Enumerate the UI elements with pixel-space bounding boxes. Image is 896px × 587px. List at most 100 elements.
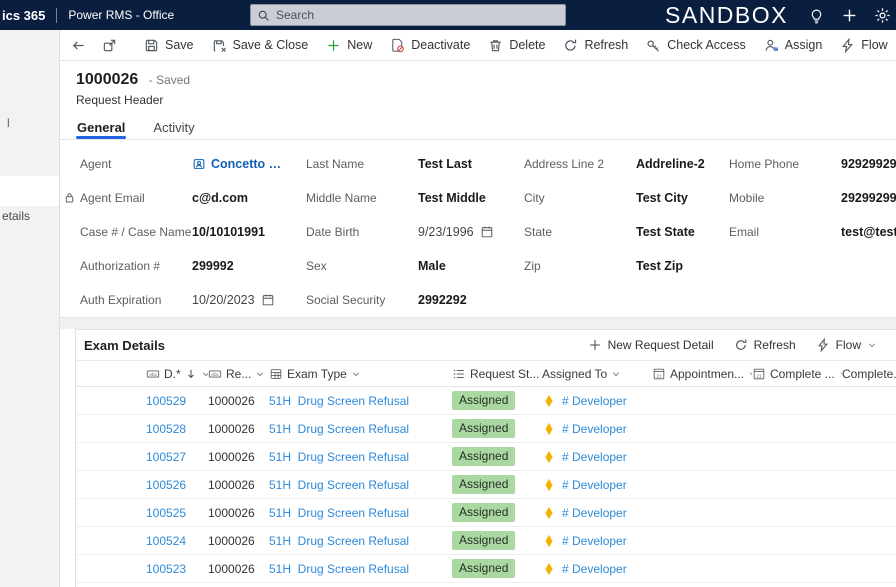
deactivate-button[interactable]: Deactivate — [381, 32, 479, 58]
form-field: Mobile 29299299 — [729, 181, 896, 215]
exam-type-link[interactable]: 51H Drug Screen Refusal — [269, 422, 452, 436]
table-row[interactable]: 100525 1000026 51H Drug Screen Refusal Assi… — [76, 499, 896, 527]
assigned-to-link[interactable]: # Developer — [562, 562, 627, 576]
new-button[interactable]: New — [317, 32, 381, 58]
detail-number-link[interactable]: 100529 — [146, 394, 208, 408]
column-header-appointmen[interactable]: 21 Appointmen... — [652, 367, 752, 381]
field-value[interactable]: 10/10101991 — [192, 225, 265, 239]
plus-icon — [588, 338, 602, 352]
field-value[interactable]: c@d.com — [192, 191, 248, 205]
new-request-detail-button[interactable]: New Request Detail — [579, 338, 723, 352]
detail-number-link[interactable]: 100527 — [146, 450, 208, 464]
field-value[interactable]: Addreline-2 — [636, 157, 705, 171]
section-gap — [60, 317, 896, 329]
search-icon — [257, 9, 270, 22]
key-icon — [646, 38, 661, 53]
popout-button[interactable] — [94, 32, 125, 58]
settings-gear-icon[interactable] — [874, 7, 891, 24]
status-badge: Assigned — [452, 475, 516, 494]
refresh-icon — [734, 338, 748, 352]
table-row[interactable]: 100523 1000026 51H Drug Screen Refusal Assi… — [76, 555, 896, 583]
exam-type-link[interactable]: 51H Drug Screen Refusal — [269, 506, 452, 520]
exam-type-link[interactable]: 51H Drug Screen Refusal — [269, 534, 452, 548]
detail-number-link[interactable]: 100523 — [146, 562, 208, 576]
back-arrow-icon — [71, 38, 86, 53]
status-badge: Assigned — [452, 559, 516, 578]
tab-activity[interactable]: Activity — [153, 120, 194, 139]
nav-item-selected[interactable] — [0, 176, 59, 206]
exam-type-link[interactable]: 51H Drug Screen Refusal — [269, 394, 452, 408]
table-row[interactable]: 100529 1000026 51H Drug Screen Refusal Assi… — [76, 387, 896, 415]
column-header-assigned-to[interactable]: Assigned To — [542, 367, 652, 381]
back-button[interactable] — [63, 32, 94, 58]
exam-type-link[interactable]: 51H Drug Screen Refusal — [269, 478, 452, 492]
save-button[interactable]: Save — [135, 32, 203, 58]
dynamics-brand[interactable]: ics 365 — [2, 8, 45, 23]
column-header-label: Assigned To — [542, 366, 608, 381]
form-field: Middle Name Test Middle — [306, 181, 524, 215]
global-search-box[interactable] — [250, 4, 566, 26]
detail-number-link[interactable]: 100526 — [146, 478, 208, 492]
assign-button[interactable]: Assign — [755, 32, 832, 58]
column-header-request-st[interactable]: Request St... — [452, 367, 542, 381]
assigned-to-link[interactable]: # Developer — [562, 394, 627, 408]
team-star-icon — [542, 478, 556, 492]
save-and-close-button[interactable]: Save & Close — [203, 32, 318, 58]
status-badge: Assigned — [452, 447, 516, 466]
assigned-to-link[interactable]: # Developer — [562, 422, 627, 436]
refresh-button[interactable]: Refresh — [554, 32, 637, 58]
table-row[interactable]: 100526 1000026 51H Drug Screen Refusal Assi… — [76, 471, 896, 499]
assigned-to-link[interactable]: # Developer — [562, 450, 627, 464]
subgrid-refresh-button[interactable]: Refresh — [725, 338, 805, 352]
detail-number-link[interactable]: 100525 — [146, 506, 208, 520]
detail-number-link[interactable]: 100524 — [146, 534, 208, 548]
form-grid: Agent Concetto … Agent Email c@d.com Case # … — [60, 140, 896, 317]
quick-create-plus-icon[interactable] — [841, 7, 858, 24]
field-value[interactable]: Test Middle — [418, 191, 486, 205]
field-value[interactable]: 92929929 — [841, 157, 896, 171]
field-value[interactable]: 29299299 — [841, 191, 896, 205]
form-field: Authorization # 299992 — [80, 249, 306, 283]
field-value[interactable]: Test Zip — [636, 259, 683, 273]
subgrid-flow-button[interactable]: Flow — [807, 338, 886, 352]
table-row[interactable]: 100527 1000026 51H Drug Screen Refusal Assi… — [76, 443, 896, 471]
field-value[interactable]: Test City — [636, 191, 688, 205]
column-header-d[interactable]: Abc D.* — [146, 367, 208, 381]
field-value[interactable]: Concetto … — [192, 157, 281, 171]
form-field: Sex Male — [306, 249, 524, 283]
column-header-exam-type[interactable]: Exam Type — [269, 367, 452, 381]
app-name[interactable]: Power RMS - Office — [68, 8, 174, 22]
check-access-button[interactable]: Check Access — [637, 32, 755, 58]
delete-button[interactable]: Delete — [479, 32, 554, 58]
nav-item-request-details[interactable]: etails — [2, 209, 30, 223]
field-value[interactable]: Test Last — [418, 157, 472, 171]
assigned-to-link[interactable]: # Developer — [562, 534, 627, 548]
field-value[interactable]: test@test. — [841, 225, 896, 239]
lightbulb-icon[interactable] — [808, 7, 825, 24]
date-value[interactable]: 9/23/1996 — [418, 225, 474, 239]
column-header-re[interactable]: Abc Re... — [208, 367, 269, 381]
assigned-to-link[interactable]: # Developer — [562, 478, 627, 492]
flow-button[interactable]: Flow — [831, 32, 896, 58]
detail-number-link[interactable]: 100528 — [146, 422, 208, 436]
team-star-icon — [542, 394, 556, 408]
table-row[interactable]: 100528 1000026 51H Drug Screen Refusal Assi… — [76, 415, 896, 443]
date-value[interactable]: 10/20/2023 — [192, 293, 255, 307]
field-value[interactable]: Male — [418, 259, 446, 273]
field-value[interactable]: 299992 — [192, 259, 234, 273]
field-value[interactable]: 9/23/1996 — [418, 225, 494, 239]
field-value[interactable]: 10/20/2023 — [192, 293, 275, 307]
nav-item-fragment[interactable]: l — [7, 116, 10, 130]
field-value[interactable]: 2992292 — [418, 293, 467, 307]
column-header-complete[interactable]: 21 Complete ... — [752, 367, 842, 381]
tab-general[interactable]: General — [75, 120, 127, 139]
assigned-to-link[interactable]: # Developer — [562, 506, 627, 520]
exam-type-link[interactable]: 51H Drug Screen Refusal — [269, 562, 452, 576]
lookup-value[interactable]: Concetto … — [211, 157, 281, 171]
table-row[interactable]: 100524 1000026 51H Drug Screen Refusal Assi… — [76, 527, 896, 555]
field-value[interactable]: Test State — [636, 225, 695, 239]
column-header-complete[interactable]: Complete... — [842, 367, 896, 381]
exam-type-link[interactable]: 51H Drug Screen Refusal — [269, 450, 452, 464]
search-input[interactable] — [276, 8, 559, 22]
field-label: Sex — [306, 259, 327, 273]
